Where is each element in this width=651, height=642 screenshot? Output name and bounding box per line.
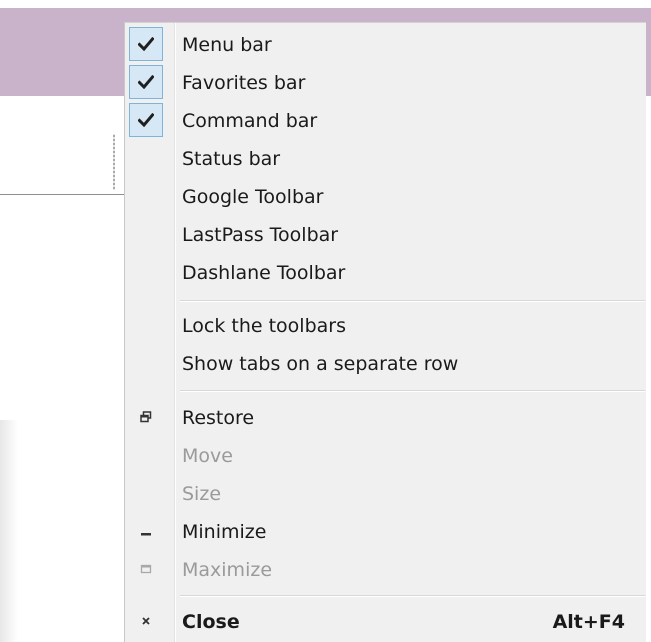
menu-separator (180, 595, 645, 597)
menu-item-move[interactable]: Move (125, 437, 645, 475)
menu-item-show-tabs-separate-row[interactable]: Show tabs on a separate row (125, 345, 645, 383)
menu-item-label: Menu bar (182, 34, 272, 56)
menu-item-favorites-bar[interactable]: Favorites bar (125, 64, 645, 102)
menu-item-close[interactable]: Close Alt+F4 (125, 603, 645, 641)
menu-item-label: Status bar (182, 148, 281, 170)
menu-item-minimize[interactable]: Minimize (125, 513, 645, 551)
menu-item-label: Lock the toolbars (182, 315, 346, 337)
menu-item-command-bar[interactable]: Command bar (125, 102, 645, 140)
menu-item-label: Minimize (182, 521, 267, 543)
menu-item-maximize[interactable]: Maximize (125, 551, 645, 589)
menu-separator (180, 300, 645, 302)
menu-item-label: Restore (182, 407, 255, 429)
menu-item-status-bar[interactable]: Status bar (125, 140, 645, 178)
menu-separator (180, 390, 645, 392)
checkmark-icon (129, 103, 163, 137)
menu-item-restore[interactable]: Restore (125, 399, 645, 437)
menu-item-label: Close (182, 611, 240, 633)
menu-item-label: LastPass Toolbar (182, 224, 339, 246)
menu-item-label: Size (182, 483, 222, 505)
menu-item-label: Show tabs on a separate row (182, 353, 459, 375)
checkmark-icon (129, 27, 163, 61)
menu-item-label: Favorites bar (182, 72, 306, 94)
close-icon (129, 604, 163, 638)
menu-item-label: Dashlane Toolbar (182, 262, 346, 284)
menu-item-label: Move (182, 445, 233, 467)
shortcut-label: Alt+F4 (552, 611, 625, 633)
menu-item-label: Google Toolbar (182, 186, 324, 208)
checkmark-icon (129, 65, 163, 99)
menu-item-label: Command bar (182, 110, 318, 132)
menu-item-size[interactable]: Size (125, 475, 645, 513)
restore-icon (129, 400, 163, 434)
minimize-icon (129, 514, 163, 548)
menu-item-google-toolbar[interactable]: Google Toolbar (125, 178, 645, 216)
menu-item-lastpass-toolbar[interactable]: LastPass Toolbar (125, 216, 645, 254)
menu-item-dashlane-toolbar[interactable]: Dashlane Toolbar (125, 254, 645, 292)
menu-item-label: Maximize (182, 559, 273, 581)
toolbar-context-menu: Menu bar Favorites bar Command bar Statu… (124, 22, 646, 642)
window-edge (0, 420, 18, 642)
toolbar-divider (0, 194, 125, 195)
menu-item-menu-bar[interactable]: Menu bar (125, 26, 645, 64)
menu-item-lock-toolbars[interactable]: Lock the toolbars (125, 307, 645, 345)
maximize-icon (129, 552, 163, 586)
toolbar-grip[interactable] (113, 134, 115, 190)
